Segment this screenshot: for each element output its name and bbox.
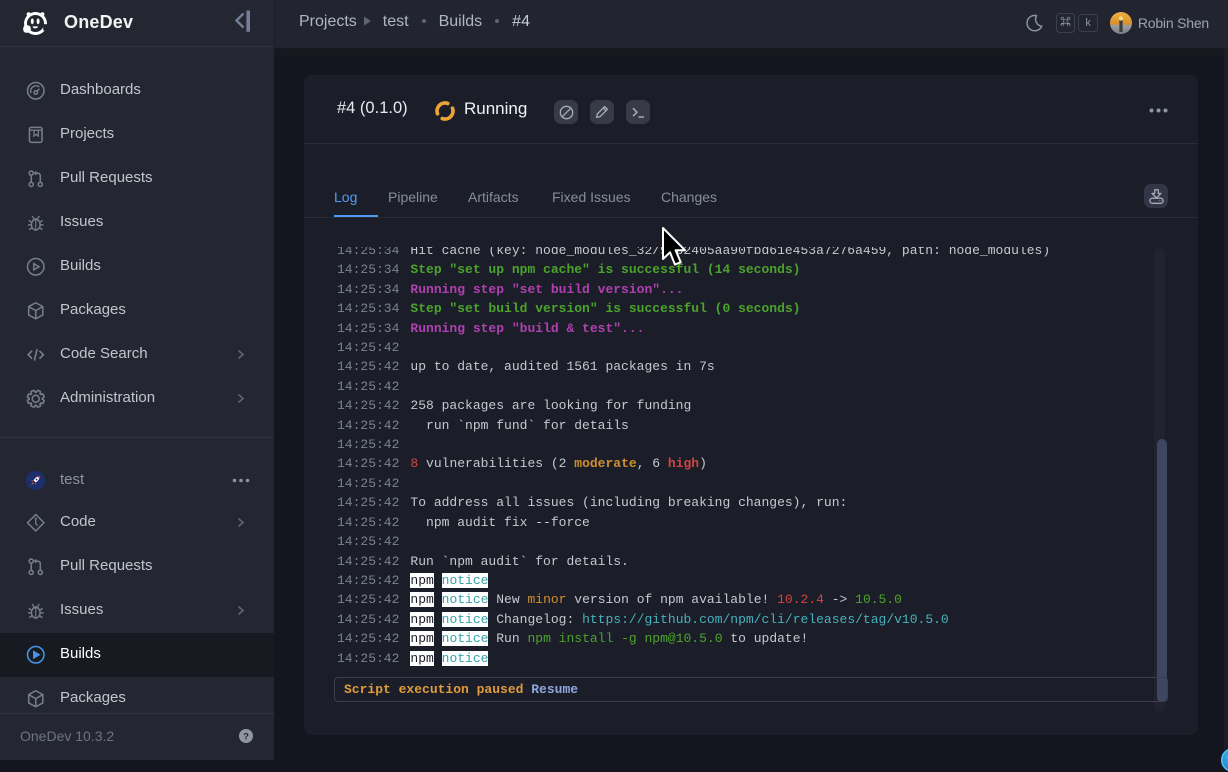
svg-text:?: ? bbox=[243, 732, 249, 743]
